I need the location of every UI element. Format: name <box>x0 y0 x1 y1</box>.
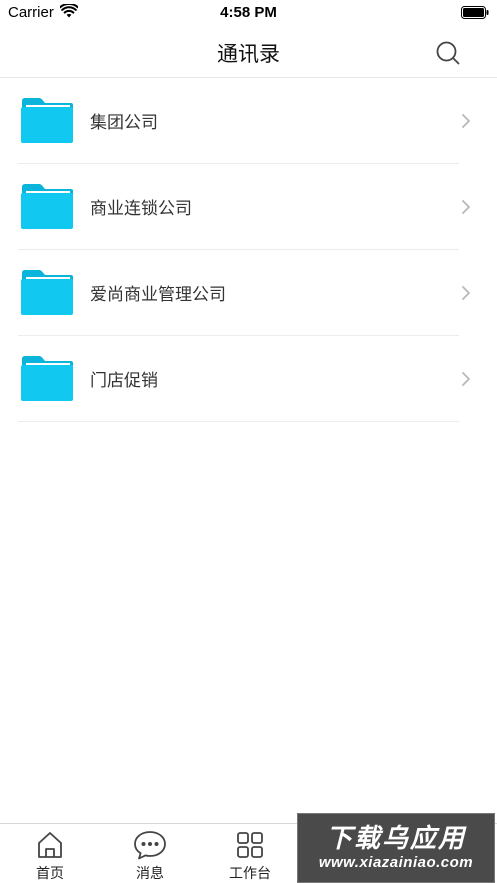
list-item[interactable]: 门店促销 <box>0 336 497 422</box>
chevron-right-icon <box>462 200 470 214</box>
chevron-right-icon <box>462 286 470 300</box>
folder-icon <box>21 356 73 401</box>
chevron-right-icon <box>462 114 470 128</box>
tab-workbench[interactable]: 工作台 <box>200 824 300 883</box>
folder-icon <box>21 98 73 143</box>
list-item-label: 门店促销 <box>90 371 158 391</box>
watermark-url: www.xiazainiao.com <box>318 854 474 871</box>
status-time: 4:58 PM <box>220 4 277 21</box>
chevron-right-icon <box>462 372 470 386</box>
watermark-title: 下载乌应用 <box>325 824 466 854</box>
tab-label: 首页 <box>36 866 64 882</box>
grid-icon <box>237 832 263 858</box>
tab-home[interactable]: 首页 <box>0 824 100 883</box>
list-item[interactable]: 爱尚商业管理公司 <box>0 250 497 336</box>
list-item[interactable]: 商业连锁公司 <box>0 164 497 250</box>
status-bar: Carrier 4:58 PM <box>0 0 497 26</box>
list-item[interactable]: 集团公司 <box>0 78 497 164</box>
navigation-bar: 通讯录 <box>0 26 497 78</box>
search-icon <box>436 41 460 65</box>
tab-messages[interactable]: 消息 <box>100 824 200 883</box>
list-item-label: 商业连锁公司 <box>90 199 192 219</box>
battery-icon <box>461 6 489 19</box>
watermark: 下载乌应用 www.xiazainiao.com <box>297 813 495 883</box>
search-button[interactable] <box>432 38 464 68</box>
folder-icon <box>21 270 73 315</box>
chat-bubble-icon <box>134 831 166 860</box>
page-title: 通讯录 <box>217 42 280 66</box>
folder-icon <box>21 184 73 229</box>
contact-group-list: 集团公司 商业连锁公司 爱尚商业管理公司 门店促销 <box>0 78 497 422</box>
tab-label: 工作台 <box>229 866 271 882</box>
tab-label: 消息 <box>136 866 164 882</box>
home-icon <box>38 832 62 858</box>
list-item-label: 集团公司 <box>90 113 158 133</box>
list-item-label: 爱尚商业管理公司 <box>90 285 226 305</box>
